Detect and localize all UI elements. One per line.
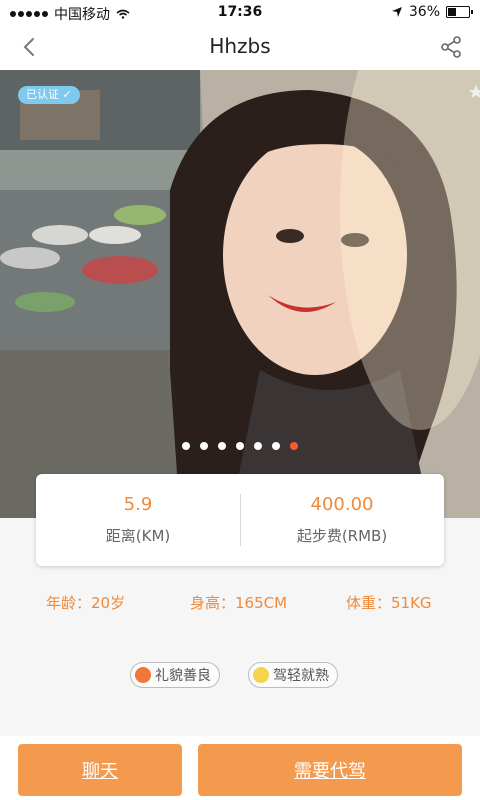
carousel-dot[interactable] (182, 442, 190, 450)
carousel-dot[interactable] (218, 442, 226, 450)
tag-leaf-icon (253, 667, 269, 683)
battery-percent: 36% (408, 4, 440, 20)
tag-polite-kind: 礼貌善良 (130, 662, 220, 688)
carousel-dot-active[interactable] (290, 442, 298, 450)
personality-tags: 礼貌善良 驾轻就熟 (0, 662, 480, 690)
distance-stat: 5.9 距离(KM) (36, 494, 240, 546)
verified-badge: 已认证 ✓ (18, 86, 80, 104)
distance-label: 距离(KM) (105, 527, 171, 545)
weight-info: 体重：51KG (346, 594, 432, 612)
request-driver-button[interactable]: 需要代驾 (198, 744, 462, 796)
carousel-dot[interactable] (254, 442, 262, 450)
profile-photo-image (0, 70, 480, 518)
carousel-dot[interactable] (272, 442, 280, 450)
profile-photo[interactable]: 已认证 ✓ (0, 70, 480, 518)
carousel-dot[interactable] (236, 442, 244, 450)
fee-label: 起步费(RMB) (296, 527, 388, 545)
chat-button[interactable]: 聊天 (18, 744, 182, 796)
bottom-action-bar: 聊天 需要代驾 (0, 736, 480, 800)
profile-info: 年龄：20岁 身高：165CM 体重：51KG (0, 592, 480, 612)
navigation-bar: Hhzbs (0, 24, 480, 70)
battery-icon (446, 6, 473, 18)
check-circle-icon: ✓ (62, 88, 72, 101)
carousel-indicator (0, 442, 480, 450)
fee-value: 400.00 (310, 494, 374, 515)
distance-value: 5.9 (123, 494, 153, 515)
status-right: 36% (391, 4, 473, 20)
tag-leaf-icon (135, 667, 151, 683)
tag-skilled-driver: 驾轻就熟 (248, 662, 338, 688)
fee-stat: 400.00 起步费(RMB) (240, 494, 444, 546)
height-info: 身高：165CM (190, 594, 288, 612)
carousel-dot[interactable] (200, 442, 208, 450)
share-icon[interactable] (436, 32, 466, 62)
stats-card: 5.9 距离(KM) 400.00 起步费(RMB) (36, 474, 444, 566)
star-icon (469, 85, 480, 98)
location-arrow-icon (391, 7, 402, 17)
page-title: Hhzbs (209, 34, 271, 58)
age-info: 年龄：20岁 (46, 594, 126, 612)
status-bar: 中国移动 17:36 36% (0, 0, 480, 24)
